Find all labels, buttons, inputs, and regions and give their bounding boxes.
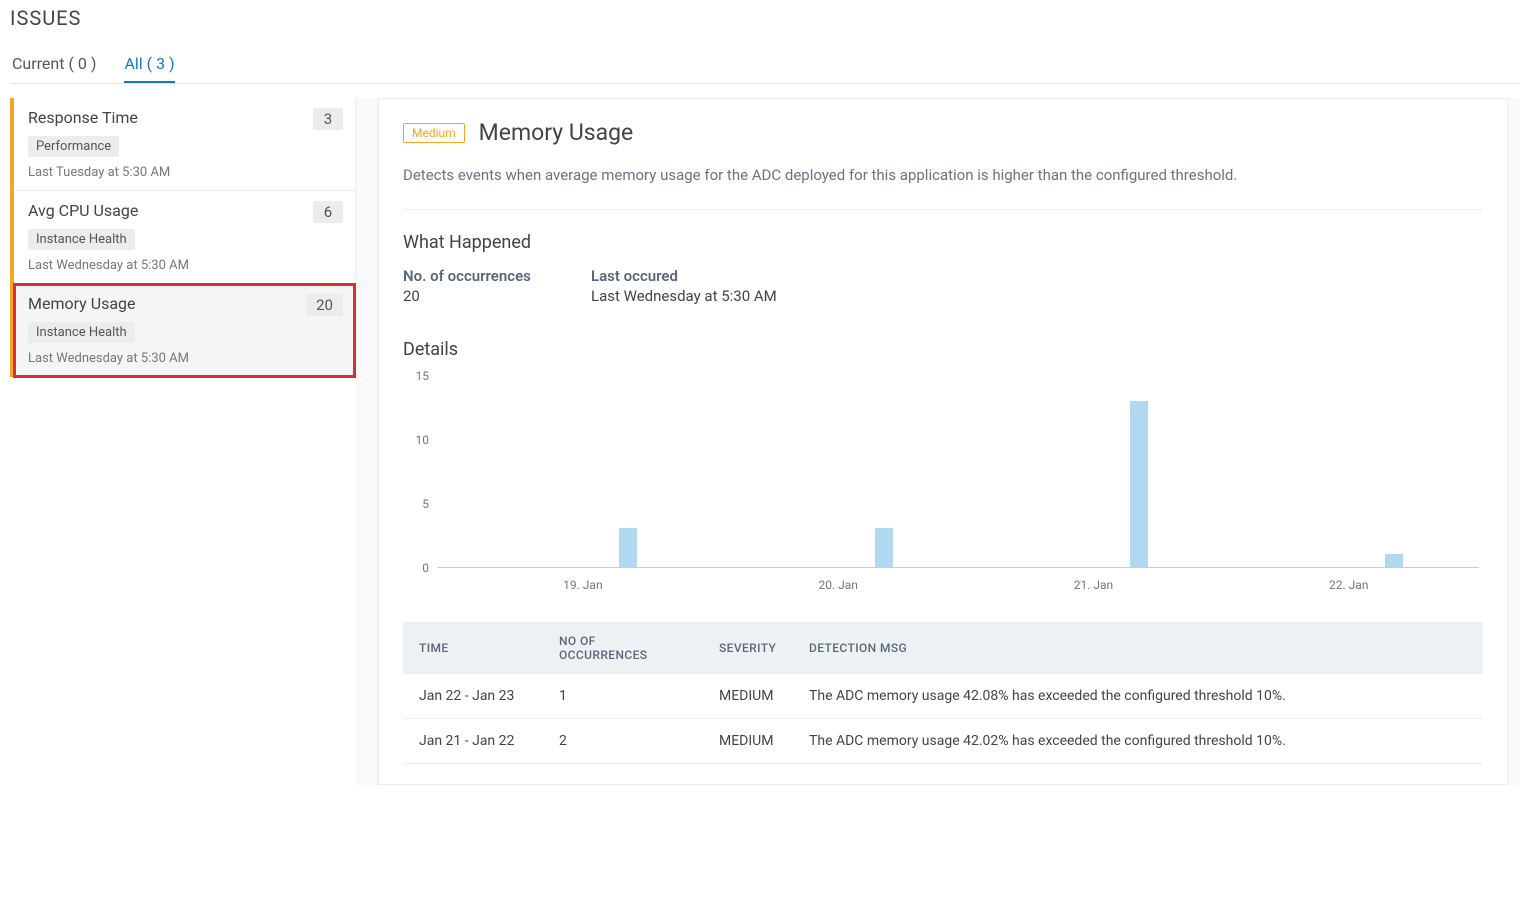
tab-0[interactable]: Current ( 0 ) (12, 48, 96, 83)
issue-category: Instance Health (28, 322, 135, 343)
chart-bar (1385, 554, 1403, 567)
chart-bar (1130, 401, 1148, 567)
last-occurred-value: Last Wednesday at 5:30 AM (591, 287, 851, 305)
table-cell: The ADC memory usage 42.02% has exceeded… (793, 718, 1483, 763)
page-title: ISSUES (10, 0, 1520, 48)
issue-count: 6 (313, 201, 343, 223)
tabs: Current ( 0 ) All ( 3 ) (10, 48, 1520, 84)
issue-category: Performance (28, 136, 119, 157)
details-chart: 151050 19. Jan20. Jan21. Jan22. Jan (403, 376, 1483, 596)
issue-count: 3 (313, 108, 343, 130)
chart-ytick: 10 (416, 433, 430, 447)
detail-description: Detects events when average memory usage… (403, 164, 1483, 187)
chart-xlabel: 19. Jan (563, 578, 602, 592)
issue-item-0[interactable]: Response Time 3 Performance Last Tuesday at… (14, 98, 355, 191)
table-cell: MEDIUM (703, 674, 793, 719)
chart-xlabel: 20. Jan (818, 578, 857, 592)
chart-xlabel: 21. Jan (1074, 578, 1113, 592)
table-cell: 1 (543, 674, 703, 719)
issue-timestamp: Last Tuesday at 5:30 AM (28, 165, 343, 180)
table-header-cell: TIME (403, 622, 543, 674)
detail-panel: Medium Memory Usage Detects events when … (378, 98, 1508, 785)
severity-badge: Medium (403, 123, 465, 143)
what-happened-heading: What Happened (403, 232, 1483, 253)
chart-bar (619, 528, 637, 566)
chart-ytick: 0 (422, 561, 429, 575)
main-panel: Medium Memory Usage Detects events when … (356, 98, 1520, 785)
table-cell: Jan 22 - Jan 23 (403, 674, 543, 719)
occurrences-value: 20 (403, 287, 553, 305)
tab-1[interactable]: All ( 3 ) (124, 48, 174, 83)
issue-title: Memory Usage (28, 294, 136, 313)
table-header-cell: NO OF OCCURRENCES (543, 622, 703, 674)
table-row: Jan 22 - Jan 231MEDIUMThe ADC memory usa… (403, 674, 1483, 719)
table-header-cell: DETECTION MSG (793, 622, 1483, 674)
table-cell: 2 (543, 718, 703, 763)
table-row: Jan 21 - Jan 222MEDIUMThe ADC memory usa… (403, 718, 1483, 763)
issues-sidebar: Response Time 3 Performance Last Tuesday at… (10, 98, 356, 377)
issue-title: Avg CPU Usage (28, 201, 138, 220)
table-header-cell: SEVERITY (703, 622, 793, 674)
chart-xlabel: 22. Jan (1329, 578, 1368, 592)
detail-title: Memory Usage (479, 119, 634, 146)
table-cell: MEDIUM (703, 718, 793, 763)
last-occurred-label: Last occured (591, 267, 851, 285)
chart-bar (875, 528, 893, 566)
issue-timestamp: Last Wednesday at 5:30 AM (28, 351, 343, 366)
table-cell: The ADC memory usage 42.08% has exceeded… (793, 674, 1483, 719)
issue-item-2[interactable]: Memory Usage 20 Instance Health Last Wednes… (14, 284, 355, 377)
occurrences-label: No. of occurrences (403, 267, 553, 285)
chart-ytick: 15 (416, 369, 430, 383)
details-table: TIMENO OF OCCURRENCESSEVERITYDETECTION M… (403, 622, 1483, 764)
issue-timestamp: Last Wednesday at 5:30 AM (28, 258, 343, 273)
issue-count: 20 (306, 294, 343, 316)
details-heading: Details (403, 339, 1483, 360)
chart-ytick: 5 (422, 497, 429, 511)
issue-category: Instance Health (28, 229, 135, 250)
issue-title: Response Time (28, 108, 138, 127)
issue-item-1[interactable]: Avg CPU Usage 6 Instance Health Last Wednes… (14, 191, 355, 284)
table-cell: Jan 21 - Jan 22 (403, 718, 543, 763)
